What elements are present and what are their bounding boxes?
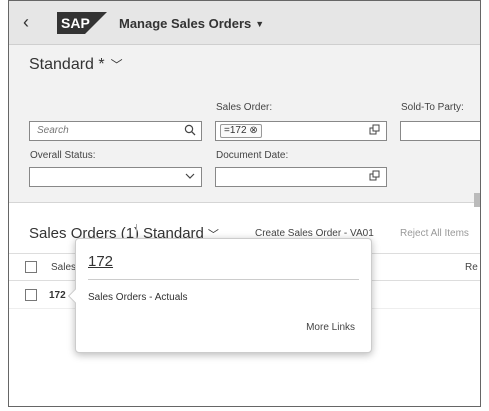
sap-logo[interactable]: SAP <box>57 12 107 34</box>
sales-order-token[interactable]: =172 ⊗ <box>220 124 262 138</box>
variant-selector[interactable]: Standard * ﹀ <box>29 56 123 74</box>
value-help-icon[interactable] <box>369 124 381 139</box>
row-checkbox[interactable] <box>25 289 37 301</box>
variant-management-bar: Standard * ﹀ <box>9 45 480 85</box>
value-help-icon[interactable] <box>369 170 381 185</box>
more-links-button[interactable]: More Links <box>306 322 355 333</box>
filter-bar: Search Sales Order: =172 ⊗ Sold-To Party… <box>9 85 480 203</box>
sales-order-field[interactable]: =172 ⊗ <box>215 121 387 141</box>
select-all-checkbox[interactable] <box>25 261 37 273</box>
app-title: Manage Sales Orders <box>119 16 252 31</box>
sap-logo-text: SAP <box>61 15 90 31</box>
back-chevron-icon[interactable]: ‹ <box>23 13 41 31</box>
sales-order-token-text: =172 <box>224 125 247 136</box>
overall-status-select[interactable] <box>29 167 202 187</box>
scroll-handle[interactable] <box>474 193 480 207</box>
overall-status-label: Overall Status: <box>30 150 96 161</box>
sales-order-label: Sales Order: <box>216 102 273 113</box>
reject-all-items-button[interactable]: Reject All Items <box>400 228 469 239</box>
sales-orders-actuals-link[interactable]: Sales Orders - Actuals <box>88 292 187 303</box>
quickview-popover: 172 Sales Orders - Actuals More Links <box>67 238 372 353</box>
sold-to-party-label: Sold-To Party: <box>401 102 464 113</box>
search-placeholder: Search <box>37 125 69 136</box>
search-icon[interactable] <box>184 124 196 139</box>
app-window: ‹ SAP Manage Sales Orders ▼ Standard * ﹀ S… <box>8 0 481 407</box>
dropdown-icon[interactable] <box>184 170 196 185</box>
sold-to-party-field[interactable] <box>400 121 480 141</box>
variant-title: Standard * <box>29 56 105 73</box>
app-title-menu[interactable]: Manage Sales Orders ▼ <box>119 16 264 31</box>
caret-down-icon: ▼ <box>255 19 265 29</box>
document-date-label: Document Date: <box>216 150 289 161</box>
popover-divider <box>88 279 359 280</box>
token-remove-icon[interactable]: ⊗ <box>249 125 257 136</box>
column-header-re[interactable]: Re <box>465 262 478 273</box>
shell-header: ‹ SAP Manage Sales Orders ▼ <box>9 1 480 45</box>
chevron-down-icon: ﹀ <box>110 58 123 72</box>
search-input[interactable]: Search <box>29 121 202 141</box>
popover-title[interactable]: 172 <box>88 253 113 270</box>
sales-order-link[interactable]: 172 <box>49 290 66 301</box>
column-header-sales[interactable]: Sales <box>51 262 76 273</box>
document-date-field[interactable] <box>215 167 387 187</box>
